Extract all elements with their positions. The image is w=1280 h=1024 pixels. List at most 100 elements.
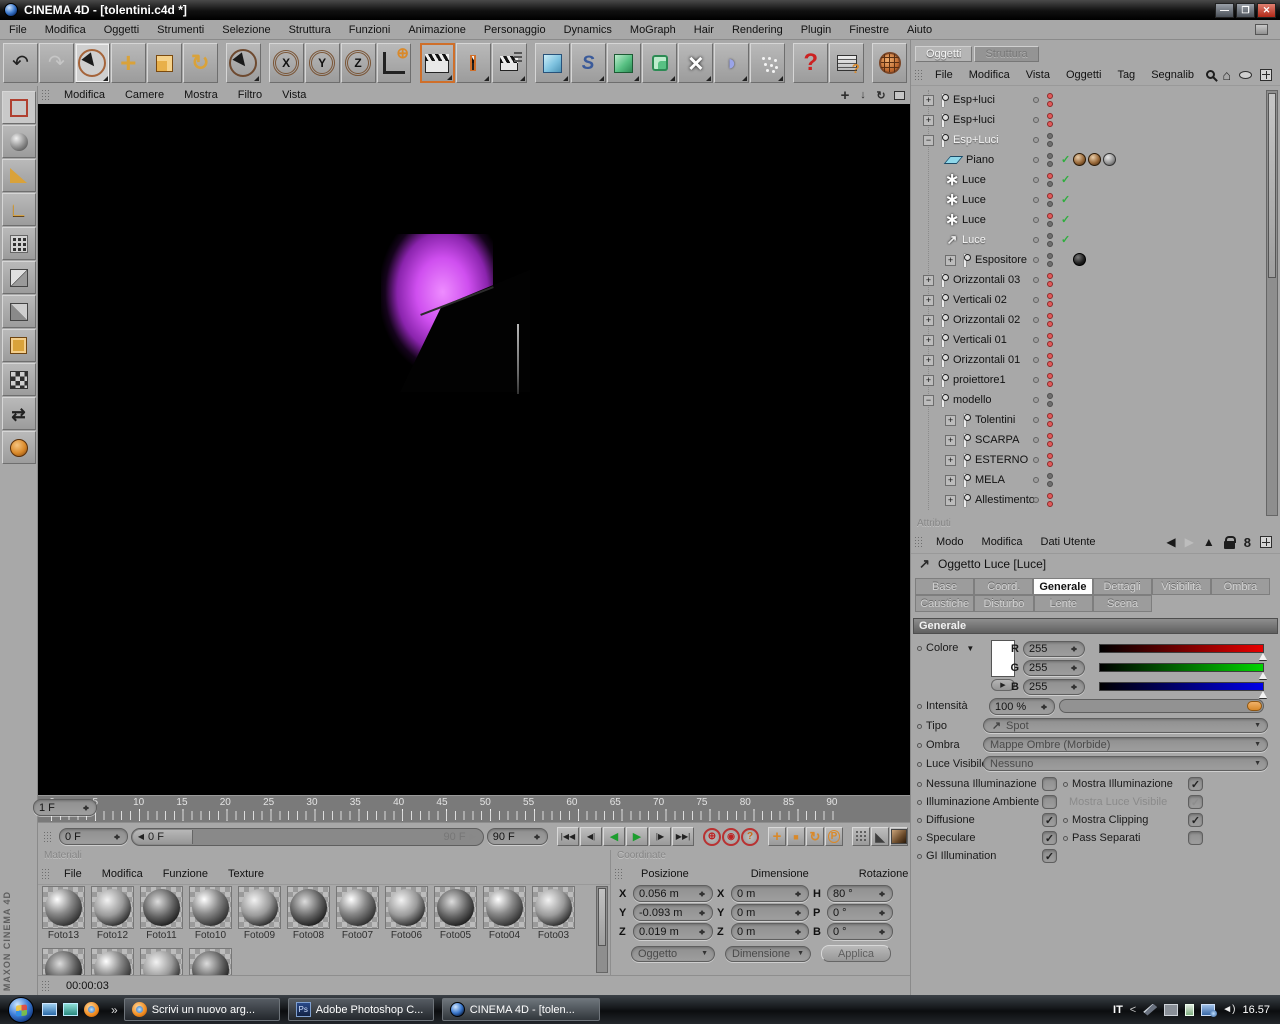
add-panel-icon[interactable] [1260,536,1272,548]
expand-toggle-icon[interactable] [923,394,934,406]
rotate-tool-button[interactable] [182,43,218,83]
menu-item[interactable]: Personaggio [475,22,555,38]
expand-toggle-icon[interactable] [945,454,956,466]
tab-structure[interactable]: Struttura [974,46,1039,62]
stepper-icon[interactable] [533,831,542,843]
lock-icon[interactable] [1223,535,1236,549]
editor-visibility-dot[interactable] [1047,213,1053,219]
tree-item[interactable]: modello [911,390,1280,410]
add-panel-icon[interactable] [1260,68,1272,81]
stepper-icon[interactable] [878,907,887,919]
tree-item[interactable]: Verticali 02 [911,290,1280,310]
enable-dot[interactable] [1033,117,1039,123]
editor-visibility-dot[interactable] [1047,153,1053,159]
key-rotation-button[interactable] [806,827,824,846]
start-button[interactable] [8,996,34,1023]
green-value-field[interactable]: 255 [1023,659,1085,676]
enable-dot[interactable] [1033,477,1039,483]
move-tool-button[interactable] [110,43,146,83]
redo-button[interactable] [38,43,74,83]
tree-item[interactable]: Orizzontali 03 [911,270,1280,290]
render-visibility-dot[interactable] [1047,101,1053,107]
menu-item[interactable]: Animazione [399,22,474,38]
render-visibility-dot[interactable] [1047,121,1053,127]
enabled-check-icon[interactable]: ✓ [1061,233,1070,246]
tree-item[interactable]: ESTERNO [911,450,1280,470]
enable-dot[interactable] [1033,197,1039,203]
no-illumination-checkbox[interactable] [1042,777,1057,791]
key-parameter-button[interactable] [825,827,843,846]
editor-visibility-dot[interactable] [1047,333,1053,339]
render-visibility-dot[interactable] [1047,201,1053,207]
green-gradient-slider[interactable] [1099,663,1264,672]
enable-dot[interactable] [1033,457,1039,463]
editor-visibility-dot[interactable] [1047,353,1053,359]
keyframe-selection-button[interactable] [741,827,759,846]
stepper-icon[interactable] [1070,643,1079,655]
link-icon[interactable] [1244,535,1251,550]
tree-item[interactable]: MELA [911,470,1280,490]
size-x-field[interactable]: 0 m [731,885,809,902]
expand-toggle-icon[interactable] [923,114,934,126]
scale-tool-button[interactable] [146,43,182,83]
tree-item[interactable]: Esp+luci [911,90,1280,110]
render-visibility-dot[interactable] [1047,421,1053,427]
menu-item[interactable]: MoGraph [621,22,685,38]
material-item[interactable]: Foto08 [285,886,332,946]
tree-item[interactable]: Luce✓ [911,170,1280,190]
render-preview-button[interactable] [890,827,908,846]
power-icon[interactable] [1185,1003,1195,1016]
expand-toggle-icon[interactable] [945,434,956,446]
panel-grip[interactable] [41,89,51,101]
phong-tag-icon[interactable] [1103,153,1116,166]
render-visibility-dot[interactable] [1047,221,1053,227]
goto-start-button[interactable] [557,827,579,846]
stepper-icon[interactable] [698,907,707,919]
render-visibility-dot[interactable] [1047,501,1053,507]
show-desktop-icon[interactable] [42,1003,57,1016]
expand-toggle-icon[interactable] [945,414,956,426]
play-forwards-button[interactable] [626,827,648,846]
tree-item[interactable]: Luce✓ [911,190,1280,210]
taskbar-window-firefox[interactable]: Scrivi un nuovo arg... [123,998,280,1021]
material-item[interactable]: Foto09 [236,886,283,946]
stepper-icon[interactable] [1040,701,1049,713]
preview-range-slider[interactable]: 0 F 90 F [130,827,484,846]
current-frame-field[interactable]: 0 F [59,828,128,845]
tree-item[interactable]: Allestimento [911,490,1280,510]
next-frame-button[interactable] [649,827,671,846]
tree-item[interactable]: Esp+Luci [911,130,1280,150]
tab-caustiche[interactable]: Caustiche [915,595,975,612]
expand-toggle-icon[interactable] [923,134,934,146]
position-y-field[interactable]: -0.093 m [633,904,713,921]
red-value-field[interactable]: 255 [1023,640,1085,657]
stepper-icon[interactable] [878,888,887,900]
render-visibility-dot[interactable] [1047,141,1053,147]
network-icon[interactable] [1201,1003,1218,1017]
menu-item[interactable]: Texture [218,867,274,881]
render-visibility-dot[interactable] [1047,321,1053,327]
show-clipping-checkbox[interactable] [1188,813,1203,827]
tab-base[interactable]: Base [915,578,975,595]
section-header[interactable]: Generale [913,618,1278,634]
volume-icon[interactable]: ◄) [1222,1004,1235,1015]
enable-dot[interactable] [1033,437,1039,443]
taskbar-window-photoshop[interactable]: Ps Adobe Photoshop C... [287,998,434,1021]
model-mode-button[interactable] [1,125,36,158]
render-settings-button[interactable] [491,43,527,83]
tray-window-icon[interactable] [1164,1003,1179,1016]
autokey-button[interactable] [722,827,740,846]
menu-item[interactable]: Modifica [961,68,1018,82]
menu-item[interactable]: Rendering [723,22,792,38]
tree-item[interactable]: Esp+luci [911,110,1280,130]
object-axis-mode-button[interactable] [1,193,36,226]
range-end-grip[interactable]: 90 F [438,831,482,843]
help-button[interactable] [793,43,829,83]
size-y-field[interactable]: 0 m [731,904,809,921]
editor-visibility-dot[interactable] [1047,133,1053,139]
snap-button[interactable] [871,827,889,846]
material-item[interactable]: Foto03 [530,886,577,946]
tree-item[interactable]: Luce✓ [911,210,1280,230]
editor-visibility-dot[interactable] [1047,373,1053,379]
stepper-icon[interactable] [82,802,91,814]
